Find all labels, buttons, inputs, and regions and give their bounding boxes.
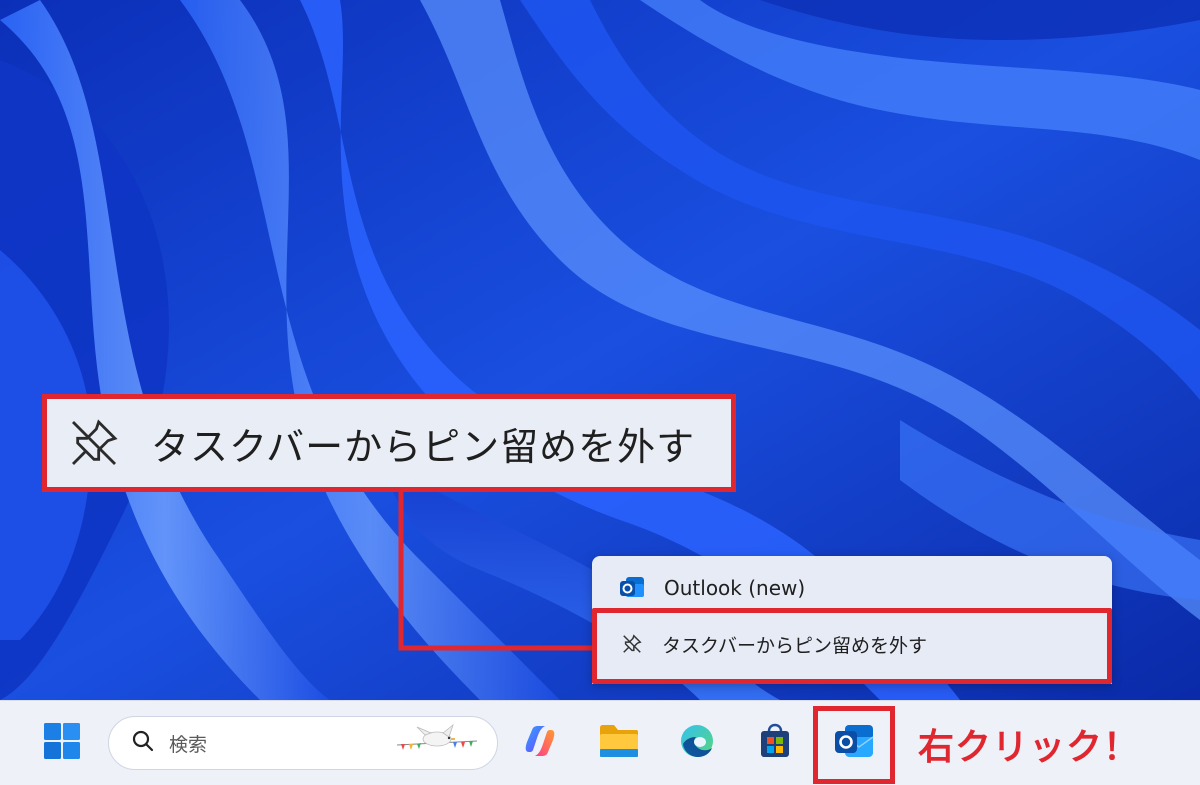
search-highlight-illustration-icon [395,723,479,767]
outlook-highlight-frame [813,706,895,784]
jumplist-app-name: Outlook (new) [664,576,806,600]
search-icon [131,729,155,757]
microsoft-store-icon [756,722,794,764]
right-click-annotation: 右クリック！ [918,727,1141,768]
copilot-button[interactable] [518,721,562,765]
microsoft-store-button[interactable] [753,721,797,765]
outlook-icon [618,574,646,602]
jumplist-app-item[interactable]: Outlook (new) [592,568,1112,608]
file-explorer-icon [598,722,640,764]
search-placeholder: 検索 [169,733,208,756]
unpin-highlight-frame [592,608,1112,684]
file-explorer-button[interactable] [597,721,641,765]
unpin-icon [59,415,129,471]
windows-start-icon [42,721,82,765]
search-box[interactable]: 検索 [108,716,498,770]
taskbar-jump-list: Outlook (new) タスクバーからピン留めを外す [592,556,1112,684]
copilot-icon [521,722,559,764]
start-button[interactable] [40,721,84,765]
callout-label: タスクバーからピン留めを外す [151,424,696,469]
edge-icon [678,722,716,764]
edge-browser-button[interactable] [675,721,719,765]
zoomed-unpin-callout: タスクバーからピン留めを外す [42,394,736,492]
